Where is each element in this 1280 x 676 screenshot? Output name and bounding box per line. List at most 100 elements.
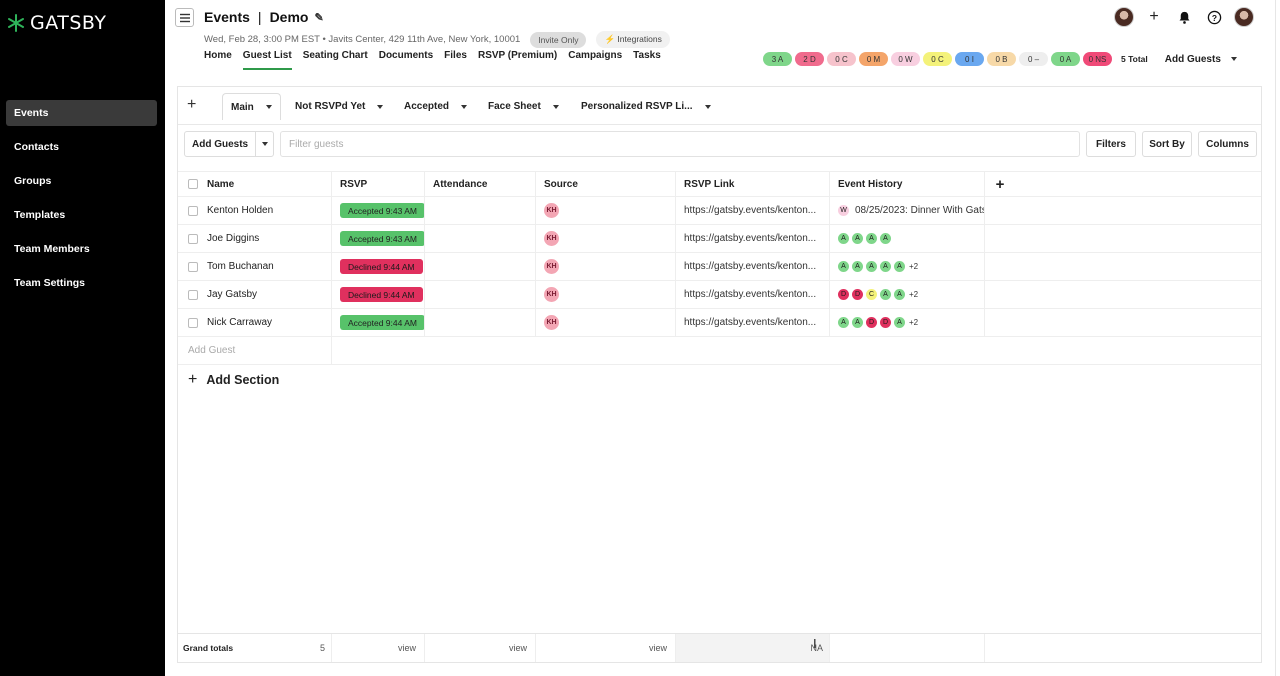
- history-status-dot[interactable]: D: [852, 289, 863, 300]
- cell-name[interactable]: Kenton Holden: [178, 197, 332, 224]
- history-more[interactable]: +2: [909, 290, 918, 299]
- table-row[interactable]: Joe Diggins Accepted 9:43 AM KH https://gat…: [178, 225, 1261, 253]
- history-more[interactable]: +2: [909, 318, 918, 327]
- add-guests-dropdown[interactable]: [255, 132, 273, 156]
- history-status-dot[interactable]: A: [894, 289, 905, 300]
- help-icon[interactable]: ?: [1204, 7, 1224, 27]
- sidebar-item-team-settings[interactable]: Team Settings: [6, 270, 157, 296]
- view-tab-not-rsvpd-yet[interactable]: Not RSVPd Yet: [287, 93, 391, 120]
- cell-attendance[interactable]: [425, 253, 536, 280]
- history-status-dot[interactable]: A: [852, 261, 863, 272]
- table-row[interactable]: Tom Buchanan Declined 9:44 AM KH https://ga…: [178, 253, 1261, 281]
- rsvp-badge[interactable]: Declined 9:44 AM: [340, 259, 423, 274]
- chevron-down-icon[interactable]: [552, 104, 559, 109]
- cell-source[interactable]: KH: [536, 253, 676, 280]
- chevron-down-icon[interactable]: [461, 104, 468, 109]
- row-checkbox[interactable]: [188, 317, 198, 328]
- chevron-down-icon[interactable]: [265, 105, 272, 109]
- tab-files[interactable]: Files: [444, 50, 467, 70]
- add-view-icon[interactable]: +: [187, 96, 196, 114]
- tab-seating-chart[interactable]: Seating Chart: [303, 50, 368, 70]
- guest-name[interactable]: Joe Diggins: [207, 233, 259, 244]
- sidebar-item-events[interactable]: Events: [6, 100, 157, 126]
- view-tab-face-sheet[interactable]: Face Sheet: [480, 93, 567, 120]
- table-row[interactable]: Kenton Holden Accepted 9:43 AM KH https://g…: [178, 197, 1261, 225]
- status-pill[interactable]: 0 C: [923, 52, 952, 66]
- bell-icon[interactable]: [1174, 7, 1194, 27]
- filters-button[interactable]: Filters: [1086, 131, 1136, 157]
- invite-only-chip[interactable]: Invite Only: [530, 31, 587, 48]
- add-icon[interactable]: +: [1144, 7, 1164, 27]
- header-event-history[interactable]: Event History: [830, 172, 985, 196]
- rsvp-link[interactable]: https://gatsby.events/kenton...: [684, 205, 816, 216]
- guest-name[interactable]: Tom Buchanan: [207, 261, 274, 272]
- totals-rsvp-view[interactable]: view: [332, 634, 425, 662]
- row-checkbox[interactable]: [188, 233, 198, 244]
- breadcrumb-events[interactable]: Events: [204, 9, 250, 25]
- view-tab-main[interactable]: Main: [222, 93, 281, 120]
- header-attendance[interactable]: Attendance: [425, 172, 536, 196]
- cell-rsvp-link[interactable]: https://gatsby.events/kenton...: [676, 225, 830, 252]
- collaborator-avatar[interactable]: [1114, 7, 1134, 27]
- history-status-dot[interactable]: A: [852, 233, 863, 244]
- status-pill[interactable]: 0 C: [827, 52, 856, 66]
- guest-name[interactable]: Nick Carraway: [207, 317, 272, 328]
- add-section-button[interactable]: + Add Section: [188, 371, 279, 389]
- totals-attendance-view[interactable]: view: [425, 634, 536, 662]
- view-tab-personalized-rsvp-li[interactable]: Personalized RSVP Li...: [573, 93, 719, 120]
- cell-name[interactable]: Joe Diggins: [178, 225, 332, 252]
- cell-attendance[interactable]: [425, 309, 536, 336]
- row-checkbox[interactable]: [188, 205, 198, 216]
- cell-event-history[interactable]: A A D D A +2: [830, 309, 985, 336]
- add-guests-top-button[interactable]: Add Guests: [1165, 54, 1237, 65]
- cell-rsvp-link[interactable]: https://gatsby.events/kenton...: [676, 197, 830, 224]
- history-status-dot[interactable]: D: [838, 289, 849, 300]
- cell-source[interactable]: KH: [536, 281, 676, 308]
- add-column-icon[interactable]: +: [985, 172, 1015, 196]
- status-pill[interactable]: 0 NS: [1083, 52, 1112, 66]
- header-rsvp[interactable]: RSVP: [332, 172, 425, 196]
- cell-name[interactable]: Nick Carraway: [178, 309, 332, 336]
- status-pill[interactable]: 0 –: [1019, 52, 1048, 66]
- guest-name[interactable]: Kenton Holden: [207, 205, 273, 216]
- history-more[interactable]: +2: [909, 262, 918, 271]
- history-status-dot[interactable]: A: [838, 261, 849, 272]
- tab-home[interactable]: Home: [204, 50, 232, 70]
- chevron-down-icon[interactable]: [377, 104, 384, 109]
- table-row[interactable]: Nick Carraway Accepted 9:44 AM KH https://g…: [178, 309, 1261, 337]
- cell-rsvp[interactable]: Accepted 9:43 AM: [332, 225, 425, 252]
- cell-source[interactable]: KH: [536, 309, 676, 336]
- integrations-chip[interactable]: ⚡ Integrations: [596, 31, 670, 48]
- header-rsvp-link[interactable]: RSVP Link: [676, 172, 830, 196]
- cell-event-history[interactable]: A A A A A +2: [830, 253, 985, 280]
- history-status-dot[interactable]: A: [894, 317, 905, 328]
- edit-pencil-icon[interactable]: ✎: [314, 11, 323, 24]
- status-pill[interactable]: 0 B: [987, 52, 1016, 66]
- sidebar-item-team-members[interactable]: Team Members: [6, 236, 157, 262]
- history-status-dot[interactable]: D: [866, 317, 877, 328]
- history-status-dot[interactable]: A: [866, 233, 877, 244]
- add-guests-button[interactable]: Add Guests: [184, 131, 274, 157]
- cell-attendance[interactable]: [425, 281, 536, 308]
- tab-tasks[interactable]: Tasks: [633, 50, 661, 70]
- history-status-dot[interactable]: A: [880, 261, 891, 272]
- rsvp-badge[interactable]: Accepted 9:43 AM: [340, 231, 424, 246]
- tab-documents[interactable]: Documents: [379, 50, 433, 70]
- sort-by-button[interactable]: Sort By: [1142, 131, 1192, 157]
- rsvp-link[interactable]: https://gatsby.events/kenton...: [684, 289, 816, 300]
- cell-rsvp-link[interactable]: https://gatsby.events/kenton...: [676, 309, 830, 336]
- status-pill[interactable]: 0 I: [955, 52, 984, 66]
- row-checkbox[interactable]: [188, 289, 198, 300]
- user-avatar[interactable]: [1234, 7, 1254, 27]
- cell-rsvp[interactable]: Declined 9:44 AM: [332, 281, 425, 308]
- status-pill[interactable]: 0 W: [891, 52, 920, 66]
- history-status-dot[interactable]: A: [838, 233, 849, 244]
- tab-campaigns[interactable]: Campaigns: [568, 50, 622, 70]
- rsvp-badge[interactable]: Declined 9:44 AM: [340, 287, 423, 302]
- tab-rsvp-premium[interactable]: RSVP (Premium): [478, 50, 557, 70]
- cell-rsvp-link[interactable]: https://gatsby.events/kenton...: [676, 281, 830, 308]
- sidebar-item-templates[interactable]: Templates: [6, 202, 157, 228]
- history-status-dot[interactable]: W: [838, 205, 849, 216]
- rsvp-badge[interactable]: Accepted 9:44 AM: [340, 315, 424, 330]
- history-status-dot[interactable]: A: [894, 261, 905, 272]
